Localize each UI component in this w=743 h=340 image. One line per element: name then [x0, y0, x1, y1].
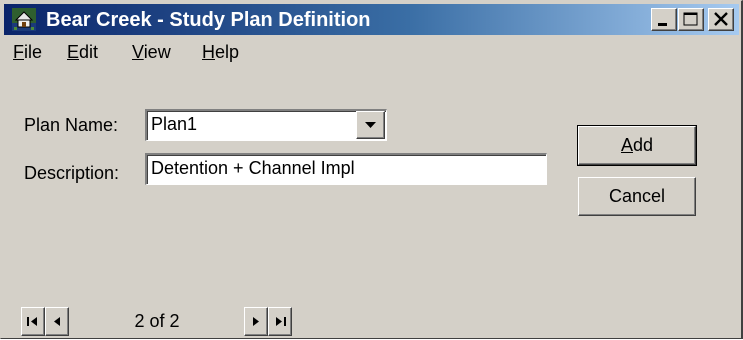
- menu-edit[interactable]: Edit: [67, 42, 98, 62]
- close-icon: [714, 12, 728, 26]
- plan-name-combobox[interactable]: Plan1: [145, 109, 387, 141]
- plan-name-value: Plan1: [151, 114, 198, 134]
- next-record-icon: [253, 317, 259, 326]
- maximize-button[interactable]: [678, 8, 704, 31]
- description-value: Detention + Channel Impl: [151, 158, 355, 178]
- last-record-button[interactable]: [268, 307, 292, 336]
- mnemonic: V: [132, 42, 144, 62]
- app-house-icon: [12, 8, 36, 31]
- plan-name-dropdown-button[interactable]: [356, 111, 385, 139]
- last-record-icon: [276, 317, 286, 326]
- menu-label: ile: [24, 42, 43, 62]
- menu-file[interactable]: File: [13, 42, 42, 62]
- mnemonic: E: [67, 42, 80, 62]
- first-record-icon: [27, 317, 37, 326]
- menu-label: elp: [215, 42, 240, 62]
- record-counter: 2 of 2: [134, 311, 180, 331]
- chevron-down-icon: [365, 122, 376, 128]
- window-title: Bear Creek - Study Plan Definition: [46, 9, 371, 31]
- mnemonic: H: [202, 42, 215, 62]
- maximize-icon: [683, 12, 698, 26]
- menu-bar: File Edit View Help: [4, 35, 739, 67]
- prev-record-icon: [54, 317, 60, 326]
- description-field[interactable]: Detention + Channel Impl: [145, 153, 547, 185]
- add-button[interactable]: Add: [577, 125, 697, 166]
- menu-view[interactable]: View: [132, 42, 171, 62]
- plan-name-label: Plan Name:: [24, 115, 119, 135]
- minimize-button[interactable]: [651, 8, 677, 31]
- menu-help[interactable]: Help: [202, 42, 239, 62]
- cancel-button[interactable]: Cancel: [578, 177, 696, 216]
- button-label: dd: [632, 135, 654, 155]
- title-bar[interactable]: Bear Creek - Study Plan Definition: [4, 4, 739, 35]
- close-button[interactable]: [708, 8, 734, 31]
- prev-record-button[interactable]: [45, 307, 69, 336]
- first-record-button[interactable]: [21, 307, 45, 336]
- minimize-icon: [658, 23, 667, 26]
- mnemonic: F: [13, 42, 24, 62]
- dialog-window: Bear Creek - Study Plan Definition File …: [0, 0, 743, 339]
- menu-label: iew: [143, 42, 171, 62]
- description-label: Description:: [24, 163, 120, 183]
- menu-label: dit: [79, 42, 99, 62]
- mnemonic: A: [620, 135, 633, 155]
- next-record-button[interactable]: [244, 307, 268, 336]
